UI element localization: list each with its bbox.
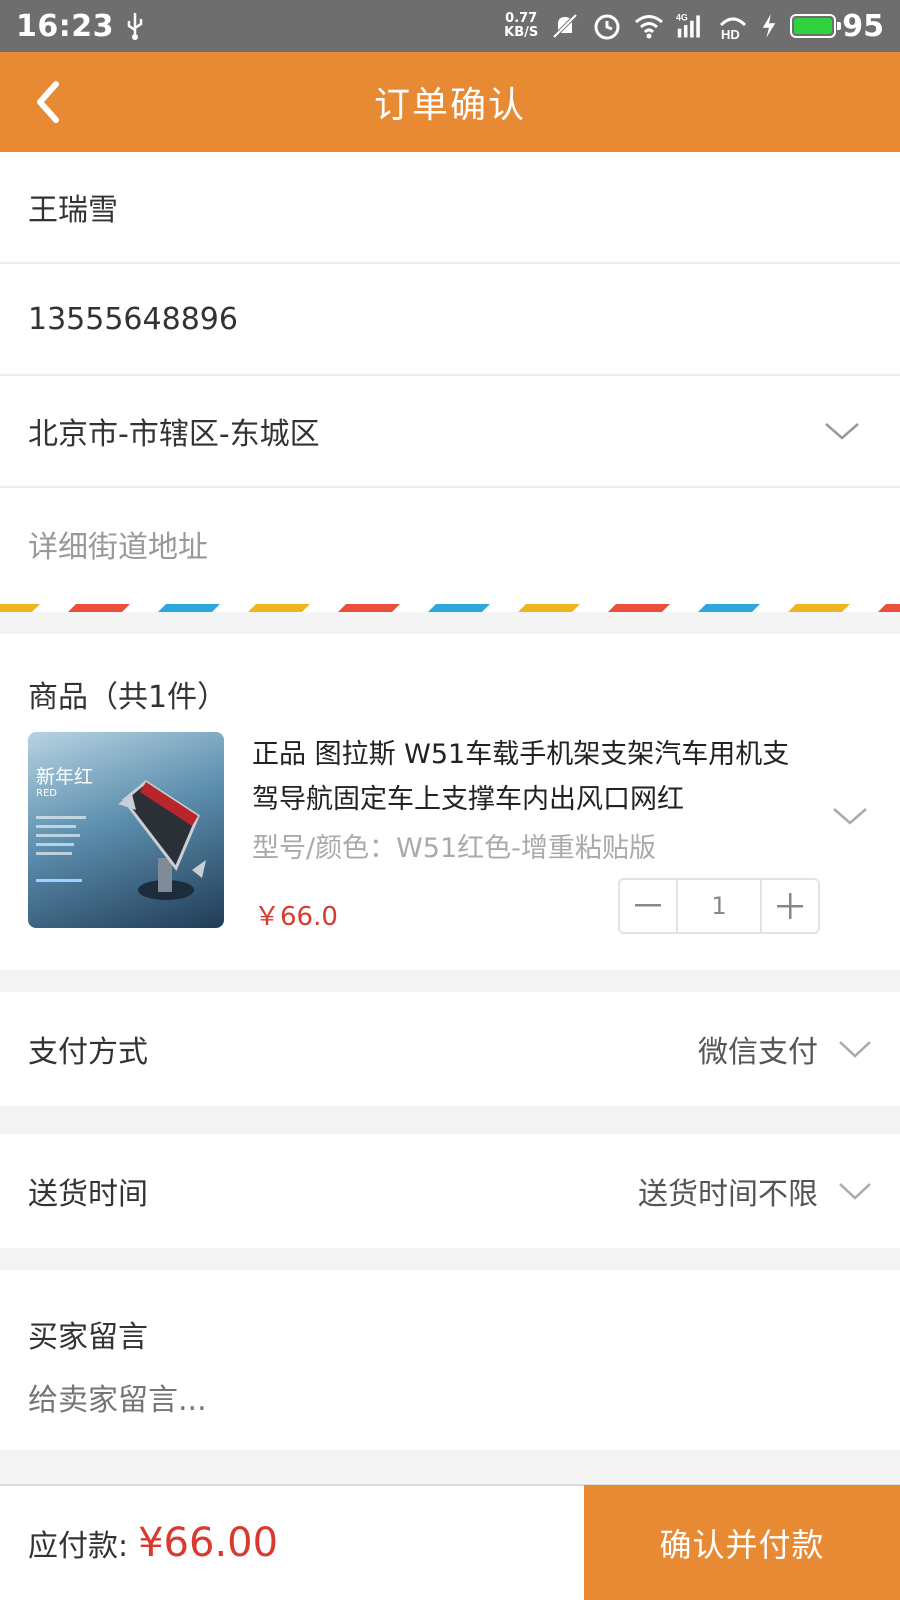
total-label: 应付款: <box>28 1529 129 1564</box>
buyer-message-label: 买家留言 <box>28 1320 148 1355</box>
product-image-footnote <box>36 879 82 882</box>
net-speed-unit: KB/S <box>504 25 539 40</box>
increase-quantity-button[interactable] <box>762 880 818 932</box>
battery-level: 95 <box>842 8 884 44</box>
quantity-value[interactable]: 1 <box>676 880 762 932</box>
product-spec: 型号/颜色：W51红色-增重粘贴版 <box>252 833 656 864</box>
decrease-quantity-button[interactable] <box>620 880 676 932</box>
airmail-stripe <box>608 604 670 612</box>
product-image[interactable]: 新年红 RED <box>28 732 224 928</box>
hd-label: HD <box>721 27 740 41</box>
product-image-feature-lines <box>36 816 86 855</box>
delivery-time-value: 送货时间不限 <box>638 1177 818 1212</box>
mute-icon <box>552 13 578 39</box>
recipient-phone-field[interactable]: 13555648896 <box>0 264 900 376</box>
checkout-bar: 应付款: ¥66.00 确认并付款 <box>0 1484 900 1600</box>
battery: 95 <box>790 9 884 44</box>
airmail-stripe <box>698 604 760 612</box>
net-speed: 0.77 KB/S <box>504 12 538 40</box>
battery-icon <box>790 14 842 38</box>
network-type: 4G <box>676 13 688 23</box>
payment-method-label: 支付方式 <box>28 1035 148 1070</box>
total-amount: ¥66.00 <box>138 1520 279 1566</box>
page-title: 订单确认 <box>373 85 526 126</box>
chevron-down-icon <box>825 423 859 440</box>
net-speed-value: 0.77 <box>505 11 538 26</box>
airmail-stripe <box>788 604 850 612</box>
wifi-icon <box>635 15 664 39</box>
payment-method-value: 微信支付 <box>698 1035 818 1070</box>
buyer-message-section: 买家留言 <box>0 1270 900 1450</box>
airmail-stripe-divider <box>0 604 900 612</box>
airmail-stripe <box>428 604 490 612</box>
region-value: 北京市-市辖区-东城区 <box>28 417 320 452</box>
product-image-title: 新年红 <box>36 766 94 788</box>
goods-section: 商品（共1件） 新年红 RED 正品 图拉斯 W51车载手机架支架汽车用机支驾导… <box>0 634 900 970</box>
airmail-stripe <box>338 604 400 612</box>
usb-icon <box>127 13 143 40</box>
product-name: 正品 图拉斯 W51车载手机架支架汽车用机支驾导航固定车上支撑车内出风口网红 <box>252 739 790 815</box>
phone-holder-illustration <box>118 780 206 900</box>
minus-icon <box>635 904 661 907</box>
goods-header: 商品（共1件） <box>28 680 228 715</box>
buyer-message-input[interactable] <box>28 1370 868 1430</box>
nav-bar: 订单确认 <box>0 52 900 152</box>
hd-icon: HD <box>720 17 747 41</box>
airmail-stripe <box>878 604 900 612</box>
delivery-time-label: 送货时间 <box>28 1177 148 1212</box>
signal-icon: 4G <box>676 13 701 38</box>
delivery-time-row[interactable]: 送货时间 送货时间不限 <box>0 1134 900 1248</box>
status-bar: 16:23 0.77 KB/S 4G HD 95 <box>0 0 900 52</box>
charging-icon <box>762 14 776 38</box>
chevron-down-icon <box>839 1183 871 1200</box>
chevron-down-icon <box>839 1041 871 1058</box>
airmail-stripe <box>248 604 310 612</box>
payment-method-row[interactable]: 支付方式 微信支付 <box>0 992 900 1106</box>
product-price: ￥66.0 <box>254 902 338 932</box>
recipient-name-field[interactable]: 王瑞雪 <box>0 152 900 264</box>
airmail-stripe <box>518 604 580 612</box>
product-image-subtitle: RED <box>36 788 57 799</box>
airmail-stripe <box>0 604 40 612</box>
status-time: 16:23 <box>16 8 114 44</box>
plus-icon <box>777 893 803 919</box>
quantity-stepper: 1 <box>618 878 820 934</box>
airmail-stripe <box>68 604 130 612</box>
address-form: 王瑞雪 13555648896 北京市-市辖区-东城区 详细街道地址 <box>0 152 900 612</box>
back-chevron-icon[interactable] <box>28 78 68 126</box>
street-address-input[interactable]: 详细街道地址 <box>0 488 900 600</box>
chevron-down-icon[interactable] <box>832 806 868 826</box>
airmail-stripe <box>158 604 220 612</box>
confirm-pay-button[interactable]: 确认并付款 <box>584 1485 900 1600</box>
region-select[interactable]: 北京市-市辖区-东城区 <box>0 376 900 488</box>
alarm-icon <box>594 14 620 40</box>
